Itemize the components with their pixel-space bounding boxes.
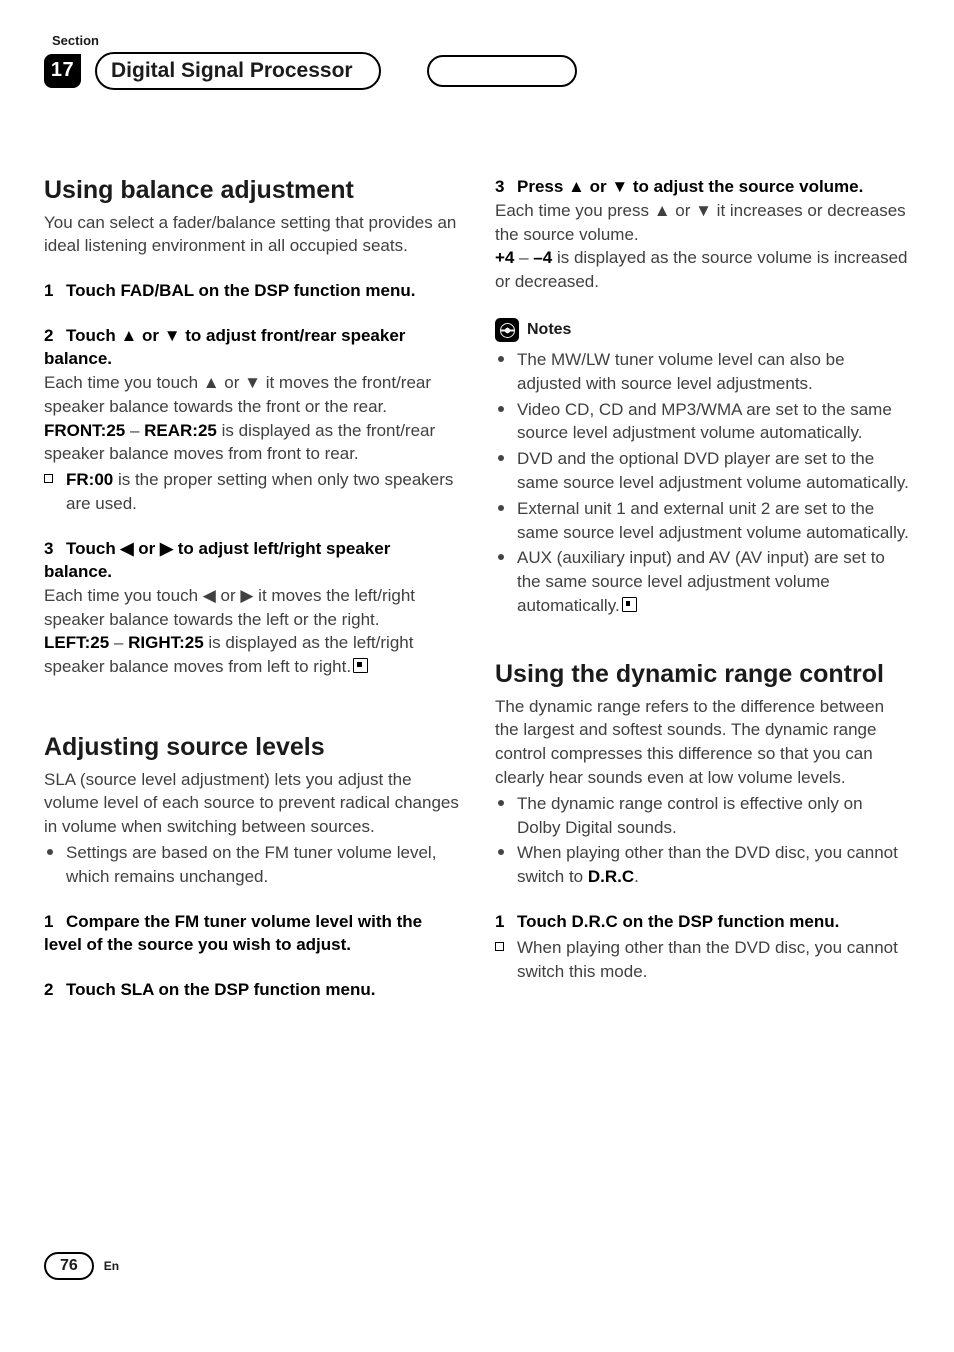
note-4: External unit 1 and external unit 2 are … bbox=[495, 497, 910, 545]
notes-heading: Notes bbox=[495, 318, 910, 342]
balance-step2-body1: Each time you touch ▲ or ▼ it moves the … bbox=[44, 371, 459, 419]
end-mark-icon bbox=[622, 597, 637, 612]
balance-step1: 1Touch FAD/BAL on the DSP function menu. bbox=[44, 280, 459, 303]
sla-step3: 3Press ▲ or ▼ to adjust the source volum… bbox=[495, 176, 910, 199]
sla-step3-disp: +4 – –4 is displayed as the source volum… bbox=[495, 246, 910, 294]
step-text: Touch ◀ or ▶ to adjust left/right speake… bbox=[44, 539, 390, 581]
note-1: The MW/LW tuner volume level can also be… bbox=[495, 348, 910, 396]
plus-value: +4 bbox=[495, 248, 514, 267]
drc-step1: 1Touch D.R.C on the DSP function menu. bbox=[495, 911, 910, 934]
minus-value: –4 bbox=[533, 248, 552, 267]
dash: – bbox=[109, 633, 128, 652]
step-number: 3 bbox=[495, 176, 517, 199]
dash: – bbox=[514, 248, 533, 267]
rear-value: REAR:25 bbox=[144, 421, 217, 440]
blank-pill bbox=[427, 55, 577, 87]
content-columns: Using balance adjustment You can select … bbox=[44, 176, 910, 1002]
front-value: FRONT:25 bbox=[44, 421, 125, 440]
step-text: Touch ▲ or ▼ to adjust front/rear speake… bbox=[44, 326, 405, 368]
left-column: Using balance adjustment You can select … bbox=[44, 176, 459, 1002]
language-label: En bbox=[104, 1258, 119, 1274]
page: Section 17 Digital Signal Processor Usin… bbox=[0, 0, 954, 1300]
page-number: 76 bbox=[44, 1252, 94, 1280]
step-number: 2 bbox=[44, 325, 66, 348]
drc-bullet2c: . bbox=[634, 867, 639, 886]
drc-bullet1: The dynamic range control is effective o… bbox=[495, 792, 910, 840]
step-text: Touch FAD/BAL on the DSP function menu. bbox=[66, 281, 415, 300]
drc-bullet2: When playing other than the DVD disc, yo… bbox=[495, 841, 910, 889]
notes-icon bbox=[495, 318, 519, 342]
header-row: 17 Digital Signal Processor bbox=[44, 52, 910, 90]
drc-bullet2a: When playing other than the DVD disc, yo… bbox=[517, 843, 898, 886]
drc-bullet2b: D.R.C bbox=[588, 867, 634, 886]
balance-step3: 3Touch ◀ or ▶ to adjust left/right speak… bbox=[44, 538, 459, 584]
chapter-title: Digital Signal Processor bbox=[95, 52, 381, 90]
step-text: Press ▲ or ▼ to adjust the source volume… bbox=[517, 177, 863, 196]
dash: – bbox=[125, 421, 144, 440]
right-column: 3Press ▲ or ▼ to adjust the source volum… bbox=[495, 176, 910, 1002]
step-text: Touch SLA on the DSP function menu. bbox=[66, 980, 375, 999]
notes-label: Notes bbox=[527, 319, 571, 341]
drc-step1-body: When playing other than the DVD disc, yo… bbox=[495, 936, 910, 984]
sla-step2: 2Touch SLA on the DSP function menu. bbox=[44, 979, 459, 1002]
sla-step3-body2: is displayed as the source volume is inc… bbox=[495, 248, 908, 291]
note-5-text: AUX (auxiliary input) and AV (AV input) … bbox=[517, 548, 885, 615]
balance-step2-disp: FRONT:25 – REAR:25 is displayed as the f… bbox=[44, 419, 459, 467]
right-value: RIGHT:25 bbox=[128, 633, 204, 652]
sla-step3-body1: Each time you press ▲ or ▼ it increases … bbox=[495, 199, 910, 247]
fr00-value: FR:00 bbox=[66, 470, 113, 489]
spacer bbox=[44, 679, 459, 733]
spacer bbox=[495, 618, 910, 660]
balance-intro: You can select a fader/balance setting t… bbox=[44, 211, 459, 259]
step-text: Compare the FM tuner volume level with t… bbox=[44, 912, 422, 954]
heading-balance: Using balance adjustment bbox=[44, 176, 459, 205]
balance-step3-disp: LEFT:25 – RIGHT:25 is displayed as the l… bbox=[44, 631, 459, 679]
sla-intro: SLA (source level adjustment) lets you a… bbox=[44, 768, 459, 839]
footer: 76 En bbox=[44, 1252, 119, 1280]
balance-step3-body1: Each time you touch ◀ or ▶ it moves the … bbox=[44, 584, 459, 632]
section-number-badge: 17 bbox=[44, 54, 81, 88]
end-mark-icon bbox=[353, 658, 368, 673]
note-3: DVD and the optional DVD player are set … bbox=[495, 447, 910, 495]
step-number: 1 bbox=[495, 911, 517, 934]
section-label: Section bbox=[52, 32, 910, 50]
sla-step1: 1Compare the FM tuner volume level with … bbox=[44, 911, 459, 957]
note-5: AUX (auxiliary input) and AV (AV input) … bbox=[495, 546, 910, 617]
step-text: Touch D.R.C on the DSP function menu. bbox=[517, 912, 839, 931]
step-number: 1 bbox=[44, 280, 66, 303]
heading-sla: Adjusting source levels bbox=[44, 733, 459, 762]
step-number: 3 bbox=[44, 538, 66, 561]
drc-intro: The dynamic range refers to the differen… bbox=[495, 695, 910, 790]
balance-step2-fr00: FR:00 is the proper setting when only tw… bbox=[44, 468, 459, 516]
fr00-body: is the proper setting when only two spea… bbox=[66, 470, 453, 513]
heading-drc: Using the dynamic range control bbox=[495, 660, 910, 689]
left-value: LEFT:25 bbox=[44, 633, 109, 652]
note-2: Video CD, CD and MP3/WMA are set to the … bbox=[495, 398, 910, 446]
sla-bullet: Settings are based on the FM tuner volum… bbox=[44, 841, 459, 889]
step-number: 2 bbox=[44, 979, 66, 1002]
balance-step2: 2Touch ▲ or ▼ to adjust front/rear speak… bbox=[44, 325, 459, 371]
step-number: 1 bbox=[44, 911, 66, 934]
